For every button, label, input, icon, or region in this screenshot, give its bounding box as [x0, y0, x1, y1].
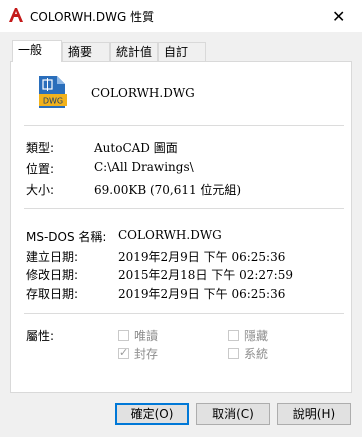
hidden-label: 隱藏: [244, 329, 269, 343]
modified-label: 修改日期:: [26, 268, 79, 282]
size-value: 69.00KB (70,611 位元組): [94, 183, 242, 197]
tab-custom-label: 自訂: [164, 45, 189, 59]
tab-general-label: 一般: [18, 43, 43, 57]
accessed-label: 存取日期:: [26, 287, 79, 301]
tab-custom[interactable]: 自訂: [158, 42, 206, 61]
size-label: 大小:: [26, 183, 55, 197]
close-button[interactable]: ✕: [316, 0, 362, 32]
archive-checkbox[interactable]: ✓: [118, 346, 129, 359]
tab-statistics-label: 統計值: [116, 45, 153, 59]
modified-value: 2015年2月18日 下午 02:27:59: [118, 268, 293, 282]
system-label: 系統: [244, 347, 269, 361]
hidden-checkbox[interactable]: [228, 330, 239, 341]
checkmark-icon: ✓: [119, 346, 129, 359]
archive-label: 封存: [134, 347, 159, 361]
help-button[interactable]: 說明(H): [277, 403, 351, 425]
type-label: 類型:: [26, 141, 55, 155]
created-value: 2019年2月9日 下午 06:25:36: [118, 250, 286, 264]
msdos-name-value: COLORWH.DWG: [118, 228, 222, 242]
ok-button-label: 確定(O): [130, 407, 174, 421]
separator: [24, 208, 344, 209]
accessed-value: 2019年2月9日 下午 06:25:36: [118, 287, 286, 301]
tab-general[interactable]: 一般: [12, 40, 62, 62]
location-value: C:\All Drawings\: [94, 160, 194, 174]
title-bar[interactable]: COLORWH.DWG 性質 ✕: [0, 0, 362, 32]
location-label: 位置:: [26, 162, 55, 176]
cancel-button[interactable]: 取消(C): [196, 403, 270, 425]
window-title: COLORWH.DWG 性質: [30, 10, 155, 24]
readonly-checkbox[interactable]: [118, 330, 129, 341]
help-button-label: 說明(H): [292, 407, 336, 421]
autocad-icon: [9, 8, 23, 22]
ok-button[interactable]: 確定(O): [115, 403, 189, 425]
general-tab-panel: [10, 61, 352, 393]
type-value: AutoCAD 圖面: [94, 141, 178, 155]
separator: [24, 313, 344, 314]
attributes-label: 屬性:: [26, 329, 55, 343]
created-label: 建立日期:: [26, 250, 79, 264]
dwg-icon-text: DWG: [43, 97, 63, 106]
tab-summary-label: 摘要: [68, 45, 93, 59]
cancel-button-label: 取消(C): [212, 407, 254, 421]
separator: [24, 125, 344, 126]
dwg-file-icon: DWG: [39, 76, 67, 108]
tab-summary[interactable]: 摘要: [62, 42, 110, 61]
close-icon: ✕: [332, 7, 346, 26]
system-checkbox[interactable]: [228, 348, 239, 359]
readonly-label: 唯讀: [134, 329, 159, 343]
file-name: COLORWH.DWG: [91, 86, 195, 100]
msdos-name-label: MS-DOS 名稱:: [26, 230, 107, 244]
tab-statistics[interactable]: 統計值: [110, 42, 158, 61]
